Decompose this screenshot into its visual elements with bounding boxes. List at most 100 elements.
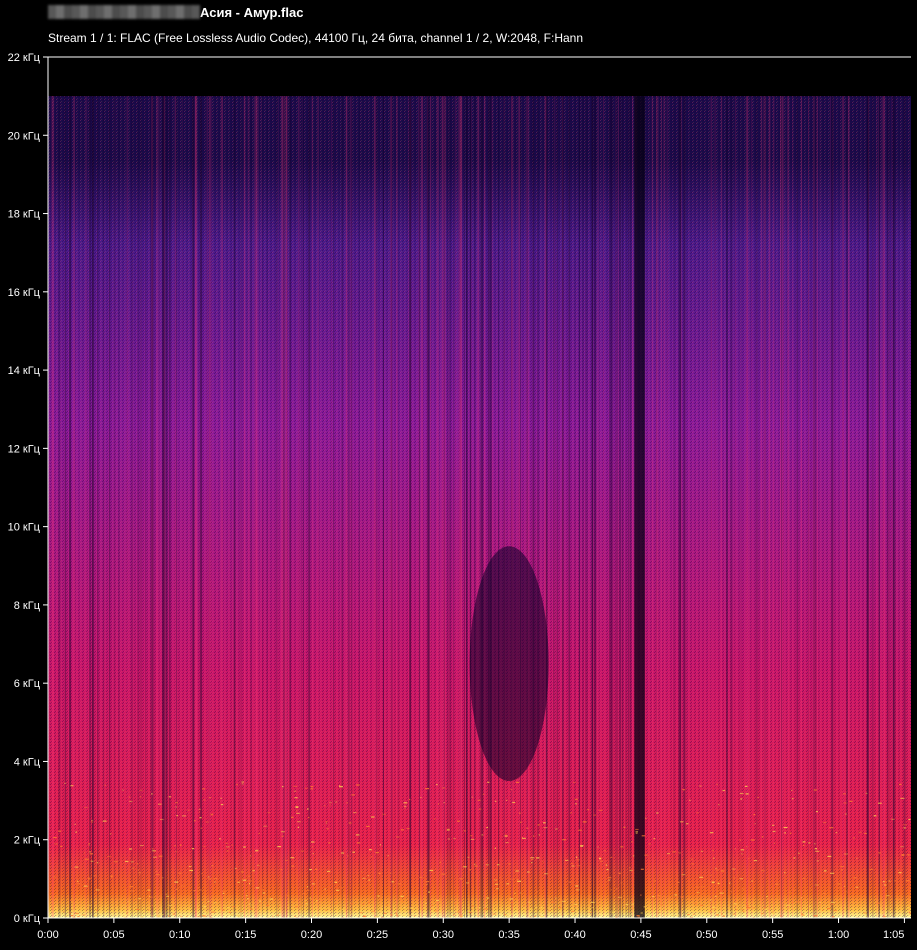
- transient-streak: [603, 96, 604, 918]
- harmonic-speck: [690, 858, 693, 860]
- transient-streak: [608, 96, 611, 918]
- harmonic-speck: [845, 891, 849, 893]
- harmonic-speck: [910, 838, 911, 840]
- silence-gap: [634, 96, 645, 918]
- transient-streak: [781, 96, 782, 918]
- harmonic-speck: [610, 856, 613, 858]
- harmonic-speck: [699, 785, 702, 787]
- transient-streak: [619, 96, 622, 918]
- harmonic-speck: [316, 914, 320, 916]
- harmonic-speck: [629, 869, 633, 872]
- transient-streak: [64, 96, 66, 918]
- harmonic-speck: [435, 899, 440, 902]
- transient-streak: [257, 96, 259, 918]
- harmonic-speck: [128, 796, 131, 798]
- harmonic-speck: [790, 901, 795, 903]
- transient-streak: [488, 96, 490, 918]
- harmonic-speck: [220, 804, 224, 806]
- harmonic-speck: [487, 781, 490, 783]
- harmonic-speck: [719, 892, 724, 894]
- harmonic-speck: [827, 907, 831, 910]
- y-tick-label: 22 кГц: [8, 52, 41, 64]
- harmonic-speck: [497, 864, 500, 866]
- transient-streak: [157, 96, 160, 918]
- harmonic-speck: [899, 783, 902, 785]
- harmonic-speck: [351, 903, 354, 905]
- transient-streak: [730, 96, 731, 918]
- harmonic-speck: [293, 790, 297, 792]
- transient-streak: [444, 96, 447, 918]
- harmonic-speck: [863, 868, 865, 870]
- transient-streak: [126, 96, 129, 918]
- harmonic-speck: [686, 823, 689, 825]
- harmonic-speck: [403, 802, 408, 804]
- harmonic-speck: [505, 842, 509, 844]
- harmonic-speck: [180, 885, 185, 887]
- harmonic-speck: [578, 829, 582, 831]
- harmonic-speck: [140, 796, 142, 798]
- harmonic-speck: [511, 878, 514, 880]
- harmonic-speck: [830, 901, 835, 903]
- harmonic-speck: [453, 914, 455, 916]
- harmonic-speck: [263, 825, 268, 827]
- harmonic-speck: [310, 788, 313, 791]
- harmonic-speck: [426, 883, 428, 885]
- harmonic-speck: [110, 875, 113, 877]
- harmonic-speck: [571, 910, 575, 912]
- harmonic-speck: [75, 912, 79, 915]
- harmonic-speck: [413, 915, 416, 917]
- transient-streak: [622, 96, 624, 918]
- harmonic-speck: [73, 910, 76, 912]
- harmonic-speck: [801, 913, 804, 915]
- harmonic-speck: [409, 798, 411, 801]
- transient-streak: [586, 96, 588, 918]
- harmonic-speck: [391, 881, 394, 883]
- harmonic-speck: [853, 837, 855, 839]
- harmonic-speck: [702, 893, 705, 895]
- x-tick-label: 0:50: [696, 929, 717, 941]
- harmonic-speck: [779, 915, 782, 917]
- harmonic-speck: [506, 799, 508, 801]
- transient-streak: [612, 96, 614, 918]
- harmonic-speck: [530, 908, 534, 910]
- harmonic-speck: [588, 911, 593, 913]
- harmonic-speck: [515, 870, 520, 872]
- harmonic-speck: [633, 855, 635, 857]
- harmonic-speck: [603, 850, 607, 852]
- harmonic-speck: [285, 859, 288, 862]
- harmonic-speck: [125, 893, 127, 895]
- harmonic-speck: [127, 900, 129, 902]
- transient-streak: [474, 96, 476, 918]
- harmonic-speck: [640, 868, 644, 870]
- harmonic-speck: [165, 893, 168, 895]
- transient-streak: [610, 96, 613, 918]
- transient-streak: [903, 96, 906, 918]
- harmonic-speck: [250, 908, 253, 910]
- harmonic-speck: [368, 879, 371, 881]
- harmonic-speck: [550, 901, 555, 903]
- y-tick-label: 6 кГц: [14, 678, 41, 690]
- harmonic-speck: [543, 822, 546, 824]
- harmonic-speck: [691, 863, 694, 865]
- harmonic-speck: [680, 821, 684, 823]
- transient-streak: [876, 96, 877, 918]
- harmonic-speck: [599, 860, 604, 862]
- harmonic-speck: [474, 865, 478, 867]
- harmonic-speck: [182, 815, 186, 817]
- harmonic-speck: [372, 912, 376, 914]
- harmonic-speck: [226, 907, 230, 909]
- harmonic-speck: [248, 880, 252, 882]
- transient-streak: [780, 96, 782, 918]
- harmonic-speck: [83, 852, 85, 854]
- harmonic-speck: [741, 908, 744, 910]
- transient-streak: [714, 96, 716, 918]
- transient-streak: [553, 96, 555, 918]
- harmonic-speck: [531, 862, 533, 864]
- harmonic-speck: [577, 865, 581, 867]
- harmonic-speck: [252, 870, 255, 872]
- harmonic-speck: [197, 916, 202, 918]
- harmonic-speck: [802, 914, 805, 916]
- transient-streak: [883, 96, 885, 918]
- harmonic-speck: [523, 905, 525, 907]
- harmonic-speck: [530, 858, 534, 861]
